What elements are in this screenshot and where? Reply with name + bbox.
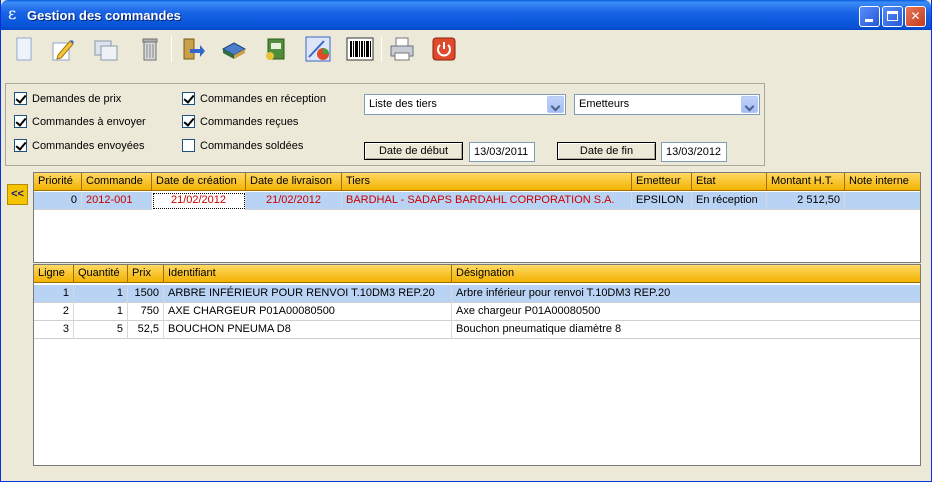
filter-panel: Demandes de prix Commandes à envoyer Com… [5, 83, 765, 166]
tiers-select[interactable]: Liste des tiers [364, 94, 566, 115]
column-header-note[interactable]: Note interne [845, 173, 920, 191]
close-button[interactable]: ✕ [905, 6, 926, 27]
filter-commandes-recues[interactable]: Commandes reçues [182, 115, 298, 128]
power-icon[interactable] [429, 34, 459, 64]
cell-ligne: 3 [34, 321, 74, 339]
checkbox-label: Commandes reçues [200, 115, 299, 128]
table-row[interactable]: 1 1 1500 ARBRE INFÉRIEUR POUR RENVOI T.1… [34, 285, 920, 303]
title-bar[interactable]: ε Gestion des commandes ✕ [1, 0, 931, 30]
cell-identifiant: AXE CHARGEUR P01A00080500 [164, 303, 452, 321]
column-header-priorite[interactable]: Priorité [34, 173, 82, 191]
checkbox[interactable] [14, 115, 27, 128]
emetteurs-select[interactable]: Emetteurs [574, 94, 760, 115]
orders-grid-header: Priorité Commande Date de création Date … [34, 173, 920, 191]
orders-grid: Priorité Commande Date de création Date … [33, 172, 921, 263]
checkbox-label: Commandes envoyées [32, 139, 145, 152]
column-header-etat[interactable]: Etat [692, 173, 767, 191]
start-date-button[interactable]: Date de début [364, 142, 463, 160]
column-header-prix[interactable]: Prix [128, 265, 164, 283]
duplicate-icon[interactable] [91, 34, 121, 64]
column-header-commande[interactable]: Commande [82, 173, 152, 191]
edit-icon[interactable] [47, 34, 77, 64]
table-row[interactable]: 3 5 52,5 BOUCHON PNEUMA D8 Bouchon pneum… [34, 321, 920, 339]
cell-commande: 2012-001 [82, 192, 152, 210]
column-header-designation[interactable]: Désignation [452, 265, 920, 283]
column-header-emetteur[interactable]: Emetteur [632, 173, 692, 191]
cell-ligne: 2 [34, 303, 74, 321]
filter-demandes-prix[interactable]: Demandes de prix [14, 92, 121, 105]
tiers-select-value: Liste des tiers [369, 98, 437, 110]
cell-prix: 1500 [128, 285, 164, 303]
printer-icon[interactable] [387, 34, 417, 64]
checkbox-label: Demandes de prix [32, 92, 122, 105]
epsilon-icon: ε [8, 4, 17, 23]
filter-commandes-envoyees[interactable]: Commandes envoyées [14, 139, 145, 152]
cell-quantite: 5 [74, 321, 128, 339]
checkbox[interactable] [182, 92, 195, 105]
cell-identifiant: ARBRE INFÉRIEUR POUR RENVOI T.10DM3 REP.… [164, 285, 452, 303]
cell-identifiant: BOUCHON PNEUMA D8 [164, 321, 452, 339]
minimize-button[interactable] [859, 6, 880, 27]
toolbar-separator [171, 36, 172, 62]
chevron-down-icon[interactable] [547, 96, 564, 113]
filter-commandes-a-envoyer[interactable]: Commandes à envoyer [14, 115, 146, 128]
cell-montant: 2 512,50 [767, 192, 845, 210]
emetteurs-select-value: Emetteurs [579, 98, 630, 110]
lines-grid-header: Ligne Quantité Prix Identifiant Désignat… [34, 265, 920, 283]
maximize-button[interactable] [882, 6, 903, 27]
barcode-icon[interactable] [345, 34, 375, 64]
checkbox[interactable] [182, 115, 195, 128]
cell-quantite: 1 [74, 285, 128, 303]
collapse-panel-button[interactable]: << [7, 184, 28, 205]
chart-icon[interactable] [303, 34, 333, 64]
checkbox[interactable] [182, 139, 195, 152]
column-header-identifiant[interactable]: Identifiant [164, 265, 452, 283]
app-window: ε Gestion des commandes ✕ Demandes de pr… [0, 0, 932, 482]
column-header-date-creation[interactable]: Date de création [152, 173, 246, 191]
cell-etat: En réception [692, 192, 767, 210]
column-header-date-livraison[interactable]: Date de livraison [246, 173, 342, 191]
checkbox[interactable] [14, 92, 27, 105]
checkbox[interactable] [14, 139, 27, 152]
checkbox-label: Commandes soldées [200, 139, 304, 152]
start-date-field[interactable]: 13/03/2011 [469, 142, 535, 162]
cell-date-livraison: 21/02/2012 [246, 192, 342, 210]
table-row[interactable]: 0 2012-001 21/02/2012 21/02/2012 BARDHAL… [34, 192, 920, 210]
cell-emetteur: EPSILON [632, 192, 692, 210]
end-date-field[interactable]: 13/03/2012 [661, 142, 727, 162]
column-header-ligne[interactable]: Ligne [34, 265, 74, 283]
cell-prix: 750 [128, 303, 164, 321]
cell-quantite: 1 [74, 303, 128, 321]
transfer-icon[interactable] [177, 34, 207, 64]
checkbox-label: Commandes à envoyer [32, 115, 146, 128]
window-title: Gestion des commandes [27, 8, 181, 23]
cell-designation: Axe chargeur P01A00080500 [452, 303, 920, 321]
end-date-button[interactable]: Date de fin [557, 142, 656, 160]
cell-prix: 52,5 [128, 321, 164, 339]
cell-tiers: BARDHAL - SADAPS BARDAHL CORPORATION S.A… [342, 192, 632, 210]
filter-commandes-en-reception[interactable]: Commandes en réception [182, 92, 326, 105]
toolbar [5, 32, 929, 68]
column-header-montant[interactable]: Montant H.T. [767, 173, 845, 191]
toolbar-separator [381, 36, 382, 62]
cell-ligne: 1 [34, 285, 74, 303]
table-row[interactable]: 2 1 750 AXE CHARGEUR P01A00080500 Axe ch… [34, 303, 920, 321]
filter-commandes-soldees[interactable]: Commandes soldées [182, 139, 303, 152]
cell-designation: Bouchon pneumatique diamètre 8 [452, 321, 920, 339]
chevron-down-icon[interactable] [741, 96, 758, 113]
catalog-icon[interactable] [261, 34, 291, 64]
books-icon[interactable] [219, 34, 249, 64]
cell-date-creation: 21/02/2012 [152, 192, 246, 210]
column-header-tiers[interactable]: Tiers [342, 173, 632, 191]
new-document-icon[interactable] [9, 34, 39, 64]
order-lines-grid: Ligne Quantité Prix Identifiant Désignat… [33, 264, 921, 466]
cell-designation: Arbre inférieur pour renvoi T.10DM3 REP.… [452, 285, 920, 303]
cell-note [845, 192, 920, 210]
column-header-quantite[interactable]: Quantité [74, 265, 128, 283]
checkbox-label: Commandes en réception [200, 92, 326, 105]
delete-bin-icon[interactable] [135, 34, 165, 64]
cell-priorite: 0 [34, 192, 82, 210]
